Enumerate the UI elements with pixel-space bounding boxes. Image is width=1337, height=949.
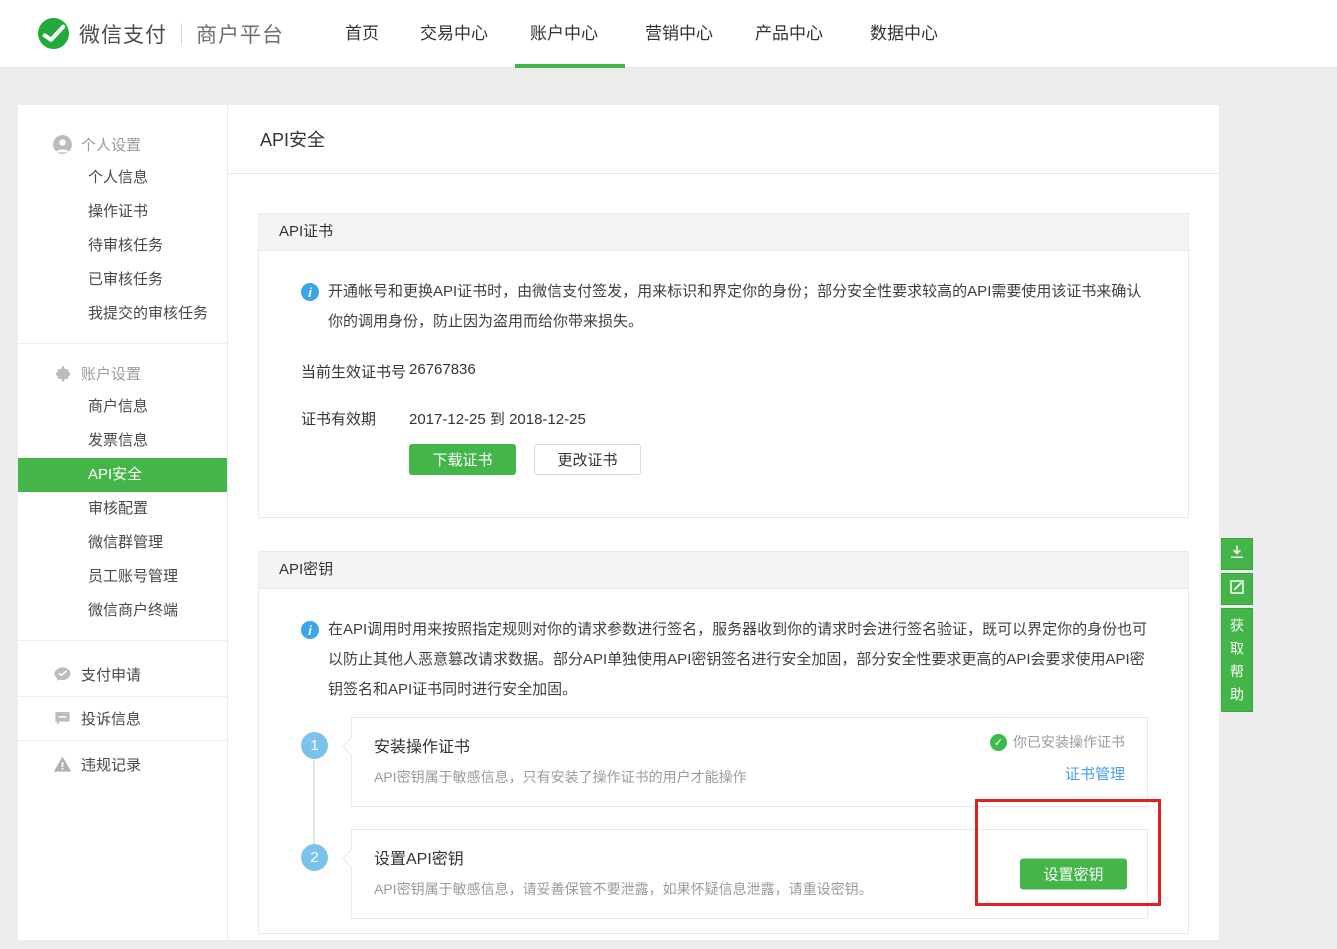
step-1-box: 安装操作证书 API密钥属于敏感信息，只有安装了操作证书的用户才能操作 ✓ 你已… <box>351 717 1148 807</box>
nav-data-center[interactable]: 数据中心 <box>870 0 938 67</box>
api-key-card: API密钥 i 在API调用时用来按照指定规则对你的请求参数进行签名，服务器收到… <box>258 551 1189 934</box>
feedback-tool-button[interactable] <box>1221 573 1253 605</box>
step-1-status-area: ✓ 你已安装操作证书 证书管理 <box>990 732 1125 784</box>
sidebar-section-account: 账户设置 商户信息 发票信息 API安全 审核配置 微信群管理 员工账号管理 微… <box>18 356 227 628</box>
sidebar-item-pending-review[interactable]: 待审核任务 <box>18 229 227 263</box>
step-2-box: 设置API密钥 API密钥属于敏感信息，请妥善保管不要泄露，如果怀疑信息泄露，请… <box>351 829 1148 919</box>
sidebar-divider <box>18 343 227 344</box>
step-2-badge: 2 <box>301 844 328 871</box>
step-2-title: 设置API密钥 <box>374 845 1125 869</box>
api-key-card-body: i 在API调用时用来按照指定规则对你的请求参数进行签名，服务器收到你的请求时会… <box>259 589 1188 933</box>
certificate-info-row: i 开通帐号和更换API证书时，由微信支付签发，用来标识和界定你的身份；部分安全… <box>301 277 1148 337</box>
top-header: 微信支付 商户平台 首页 交易中心 账户中心 营销中心 产品中心 数据中心 <box>0 0 1337 68</box>
main-content: API安全 API证书 i 开通帐号和更换API证书时，由微信支付签发，用来标识… <box>228 105 1219 940</box>
warning-icon <box>52 754 72 774</box>
chat-bubble-icon <box>52 709 72 729</box>
logo-separator <box>181 23 182 45</box>
sidebar: 个人设置 个人信息 操作证书 待审核任务 已审核任务 我提交的审核任务 账户设置… <box>18 105 228 940</box>
nav-transaction-center[interactable]: 交易中心 <box>420 0 488 67</box>
page-header: API安全 <box>228 105 1219 174</box>
download-icon <box>1228 543 1246 566</box>
sidebar-head-personal: 个人设置 <box>18 127 227 161</box>
sidebar-link-label: 违规记录 <box>81 754 141 775</box>
sidebar-link-payment-application[interactable]: 支付申请 <box>18 653 227 697</box>
step-install-certificate: 1 安装操作证书 API密钥属于敏感信息，只有安装了操作证书的用户才能操作 ✓ … <box>301 717 1148 807</box>
gear-icon <box>52 363 72 383</box>
sidebar-link-complaint-info[interactable]: 投诉信息 <box>18 697 227 741</box>
cert-validity-label: 证书有效期 <box>301 408 409 429</box>
step-2-description: API密钥属于敏感信息，请妥善保管不要泄露，如果怀疑信息泄露，请重设密钥。 <box>374 879 1125 899</box>
sidebar-item-personal-info[interactable]: 个人信息 <box>18 161 227 195</box>
wechat-pay-merchant-platform: 微信支付 商户平台 首页 交易中心 账户中心 营销中心 产品中心 数据中心 个人… <box>0 0 1337 949</box>
set-key-button[interactable]: 设置密钥 <box>1020 859 1127 890</box>
sidebar-item-merchant-info[interactable]: 商户信息 <box>18 390 227 424</box>
person-icon <box>52 134 72 154</box>
sidebar-item-staff-account[interactable]: 员工账号管理 <box>18 560 227 594</box>
change-certificate-button[interactable]: 更改证书 <box>534 444 641 475</box>
wechat-pay-logo-icon <box>38 18 69 49</box>
product-name: 商户平台 <box>196 19 284 49</box>
page-title: API安全 <box>260 126 325 152</box>
step-set-api-key: 2 设置API密钥 API密钥属于敏感信息，请妥善保管不要泄露，如果怀疑信息泄露… <box>301 829 1148 919</box>
certificate-management-link[interactable]: 证书管理 <box>1065 763 1125 784</box>
nav-account-center[interactable]: 账户中心 <box>530 0 598 67</box>
api-certificate-card-body: i 开通帐号和更换API证书时，由微信支付签发，用来标识和界定你的身份；部分安全… <box>259 251 1188 517</box>
edit-icon <box>1228 578 1246 601</box>
status-line: ✓ 你已安装操作证书 <box>990 732 1125 752</box>
download-certificate-button[interactable]: 下载证书 <box>409 444 516 475</box>
chat-check-icon <box>52 665 72 685</box>
check-circle-icon: ✓ <box>990 734 1007 751</box>
sidebar-divider <box>18 640 227 641</box>
sidebar-section-title: 账户设置 <box>81 363 141 384</box>
active-nav-underline <box>515 64 625 68</box>
sidebar-item-invoice-info[interactable]: 发票信息 <box>18 424 227 458</box>
sidebar-link-label: 支付申请 <box>81 664 141 685</box>
cert-number-label: 当前生效证书号 <box>301 361 409 382</box>
certificate-info-text: 开通帐号和更换API证书时，由微信支付签发，用来标识和界定你的身份；部分安全性要… <box>328 277 1148 337</box>
sidebar-item-reviewed[interactable]: 已审核任务 <box>18 263 227 297</box>
sidebar-item-review-config[interactable]: 审核配置 <box>18 492 227 526</box>
api-certificate-card-title: API证书 <box>259 214 1188 251</box>
install-status-text: 你已安装操作证书 <box>1013 732 1125 752</box>
sidebar-item-wechat-terminal[interactable]: 微信商户终端 <box>18 594 227 628</box>
sidebar-section-personal: 个人设置 个人信息 操作证书 待审核任务 已审核任务 我提交的审核任务 <box>18 127 227 331</box>
cert-number-row: 当前生效证书号 26767836 <box>301 361 1148 382</box>
logo[interactable]: 微信支付 商户平台 <box>38 18 284 49</box>
api-key-info-row: i 在API调用时用来按照指定规则对你的请求参数进行签名，服务器收到你的请求时会… <box>301 615 1148 705</box>
floating-toolbar: 获取帮助 <box>1221 538 1253 712</box>
sidebar-item-my-submitted-review[interactable]: 我提交的审核任务 <box>18 297 227 331</box>
certificate-buttons: 下载证书 更改证书 <box>301 444 1148 475</box>
sidebar-link-violation-record[interactable]: 违规记录 <box>18 741 227 787</box>
api-key-card-title: API密钥 <box>259 552 1188 589</box>
cert-validity-row: 证书有效期 2017-12-25 到 2018-12-25 <box>301 408 1148 429</box>
cert-number-value: 26767836 <box>409 361 476 382</box>
nav-marketing-center[interactable]: 营销中心 <box>645 0 713 67</box>
info-icon: i <box>301 621 319 639</box>
sidebar-link-label: 投诉信息 <box>81 708 141 729</box>
sidebar-head-account: 账户设置 <box>18 356 227 390</box>
sidebar-item-operation-cert[interactable]: 操作证书 <box>18 195 227 229</box>
sidebar-item-wechat-group[interactable]: 微信群管理 <box>18 526 227 560</box>
step-1-badge: 1 <box>301 732 328 759</box>
sidebar-item-api-security[interactable]: API安全 <box>18 458 227 492</box>
download-tool-button[interactable] <box>1221 538 1253 570</box>
api-key-steps: 1 安装操作证书 API密钥属于敏感信息，只有安装了操作证书的用户才能操作 ✓ … <box>301 717 1148 919</box>
api-certificate-card: API证书 i 开通帐号和更换API证书时，由微信支付签发，用来标识和界定你的身… <box>258 213 1189 518</box>
api-key-info-text: 在API调用时用来按照指定规则对你的请求参数进行签名，服务器收到你的请求时会进行… <box>328 615 1148 705</box>
content-wrapper: 个人设置 个人信息 操作证书 待审核任务 已审核任务 我提交的审核任务 账户设置… <box>18 105 1219 940</box>
info-icon: i <box>301 283 319 301</box>
cert-validity-value: 2017-12-25 到 2018-12-25 <box>409 408 586 429</box>
get-help-button[interactable]: 获取帮助 <box>1221 608 1253 712</box>
nav-product-center[interactable]: 产品中心 <box>755 0 823 67</box>
brand-name: 微信支付 <box>79 19 167 49</box>
nav-home[interactable]: 首页 <box>345 0 379 67</box>
sidebar-section-title: 个人设置 <box>81 134 141 155</box>
cards-area: API证书 i 开通帐号和更换API证书时，由微信支付签发，用来标识和界定你的身… <box>228 174 1219 934</box>
